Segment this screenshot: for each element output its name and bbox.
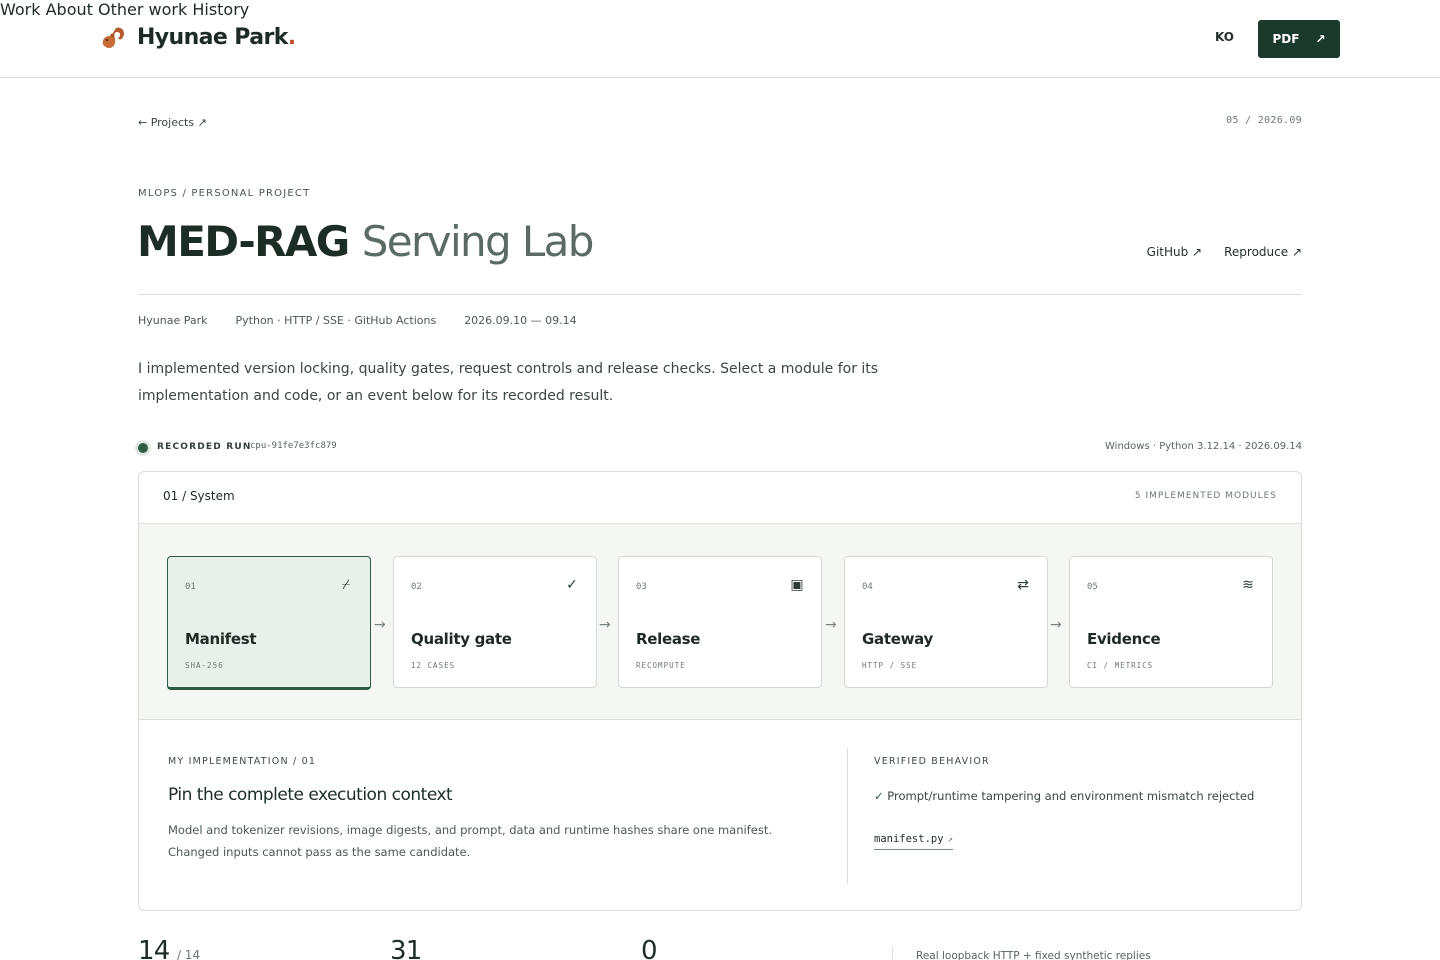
github-link[interactable]: GitHub ↗ xyxy=(1147,245,1202,259)
module-quality-gate[interactable]: 02 ✓ Quality gate 12 CASES xyxy=(393,556,597,688)
project-meta: Hyunae Park Python · HTTP / SSE · GitHub… xyxy=(138,314,577,327)
top-navigation-bar: Hyunae Park. Work About Other work Histo… xyxy=(0,0,1440,78)
module-subtitle: SHA-256 xyxy=(185,661,224,670)
run-environment: Windows · Python 3.12.14 · 2026.09.14 xyxy=(1105,441,1302,452)
module-name: Quality gate xyxy=(411,630,512,648)
source-file-link[interactable]: manifest.py ↗ xyxy=(874,833,953,850)
swap-icon: ⇄ xyxy=(1017,577,1029,593)
module-number: 03 xyxy=(636,582,647,592)
module-subtitle: RECOMPUTE xyxy=(636,661,686,670)
squirrel-logo-icon xyxy=(102,27,125,48)
module-number: 04 xyxy=(862,582,873,592)
run-id: cpu-91fe7e3fc879 xyxy=(250,441,337,451)
nav-other-work-link[interactable]: Other work xyxy=(98,0,187,19)
page-title: MED-RAG Serving Lab xyxy=(137,217,594,266)
detail-divider xyxy=(847,748,848,884)
header-divider xyxy=(138,294,1302,295)
arrow-right-icon: → xyxy=(1050,617,1062,633)
brand-home-link[interactable]: Hyunae Park. xyxy=(101,24,296,50)
stats-divider xyxy=(892,946,893,960)
system-card: 01 / System 5 IMPLEMENTED MODULES 01 ⌿ M… xyxy=(138,471,1302,911)
implementation-kicker: MY IMPLEMENTATION / 01 xyxy=(168,756,317,767)
reproduce-link[interactable]: Reproduce ↗ xyxy=(1224,245,1302,259)
module-subtitle: HTTP / SSE xyxy=(862,661,918,670)
module-pipeline: 01 ⌿ Manifest SHA-256 → 02 ✓ Quality gat… xyxy=(139,524,1301,720)
module-release[interactable]: 03 ▣ Release RECOMPUTE xyxy=(618,556,822,688)
verified-item: ✓ Prompt/runtime tampering and environme… xyxy=(874,789,1255,803)
module-number: 01 xyxy=(185,582,196,592)
system-section-title: 01 / System xyxy=(163,489,235,503)
versions-icon: ⌿ xyxy=(341,577,351,593)
module-name: Gateway xyxy=(862,630,933,648)
project-date: 05 / 2026.09 xyxy=(1226,115,1302,126)
meta-stack: Python · HTTP / SSE · GitHub Actions xyxy=(235,314,437,327)
meta-dates: 2026.09.10 — 09.14 xyxy=(464,314,577,327)
intro-paragraph: I implemented version locking, quality g… xyxy=(138,361,879,404)
description-line: Model and tokenizer revisions, image dig… xyxy=(168,823,772,837)
module-number: 02 xyxy=(411,582,422,592)
stats-note: Real loopback HTTP + fixed synthetic rep… xyxy=(916,950,1151,960)
nav-history-link[interactable]: History xyxy=(192,0,249,19)
module-subtitle: 12 CASES xyxy=(411,661,456,670)
stat-tests-passed: 14 / 14 xyxy=(138,936,201,960)
nav-work-link[interactable]: Work xyxy=(0,0,41,19)
module-subtitle: CI / METRICS xyxy=(1087,661,1154,670)
verified-kicker: VERIFIED BEHAVIOR xyxy=(874,756,990,767)
main-nav: Work About Other work History xyxy=(0,0,1440,19)
module-name: Evidence xyxy=(1087,630,1161,648)
system-card-header: 01 / System 5 IMPLEMENTED MODULES xyxy=(139,472,1301,524)
box-icon: ▣ xyxy=(790,577,804,593)
verified-behavior: VERIFIED BEHAVIOR ✓ Prompt/runtime tampe… xyxy=(874,756,1274,850)
nav-about-link[interactable]: About xyxy=(46,0,93,19)
external-arrow-icon: ↗ xyxy=(947,835,953,845)
status-dot-icon xyxy=(138,443,148,453)
arrow-right-icon: → xyxy=(825,617,837,633)
back-to-projects-link[interactable]: ← Projects ↗ xyxy=(138,116,207,129)
module-manifest[interactable]: 01 ⌿ Manifest SHA-256 xyxy=(167,556,371,690)
waves-icon: ≋ xyxy=(1242,577,1254,593)
external-arrow-icon: ↗ xyxy=(1315,32,1326,46)
recorded-run-bar: RECORDED RUN cpu-91fe7e3fc879 Windows · … xyxy=(138,440,1302,456)
stat-events: 31 xyxy=(390,936,422,960)
language-toggle[interactable]: KO xyxy=(1215,30,1234,44)
stat-failures: 0 xyxy=(641,936,658,960)
arrow-right-icon: → xyxy=(599,617,611,633)
meta-author: Hyunae Park xyxy=(138,314,208,327)
project-category: MLOPS / PERSONAL PROJECT xyxy=(138,188,311,199)
run-label: RECORDED RUN xyxy=(157,442,252,452)
pdf-download-button[interactable]: PDF ↗ xyxy=(1258,20,1340,58)
module-gateway[interactable]: 04 ⇄ Gateway HTTP / SSE xyxy=(844,556,1048,688)
module-name: Manifest xyxy=(185,630,257,648)
description-line: Changed inputs cannot pass as the same c… xyxy=(168,845,471,859)
implementation-detail: MY IMPLEMENTATION / 01 Pin the complete … xyxy=(168,756,818,863)
implementation-description: Model and tokenizer revisions, image dig… xyxy=(168,819,818,863)
module-evidence[interactable]: 05 ≋ Evidence CI / METRICS xyxy=(1069,556,1273,688)
module-number: 05 xyxy=(1087,582,1098,592)
arrow-right-icon: → xyxy=(374,617,386,633)
check-icon: ✓ xyxy=(566,577,578,593)
module-name: Release xyxy=(636,630,701,648)
check-icon: ✓ xyxy=(874,789,884,803)
pdf-label: PDF xyxy=(1272,32,1300,46)
implementation-title: Pin the complete execution context xyxy=(168,785,453,805)
module-count: 5 IMPLEMENTED MODULES xyxy=(1134,491,1277,501)
brand-name: Hyunae Park. xyxy=(137,24,296,50)
external-links: GitHub ↗ Reproduce ↗ xyxy=(1147,245,1302,259)
